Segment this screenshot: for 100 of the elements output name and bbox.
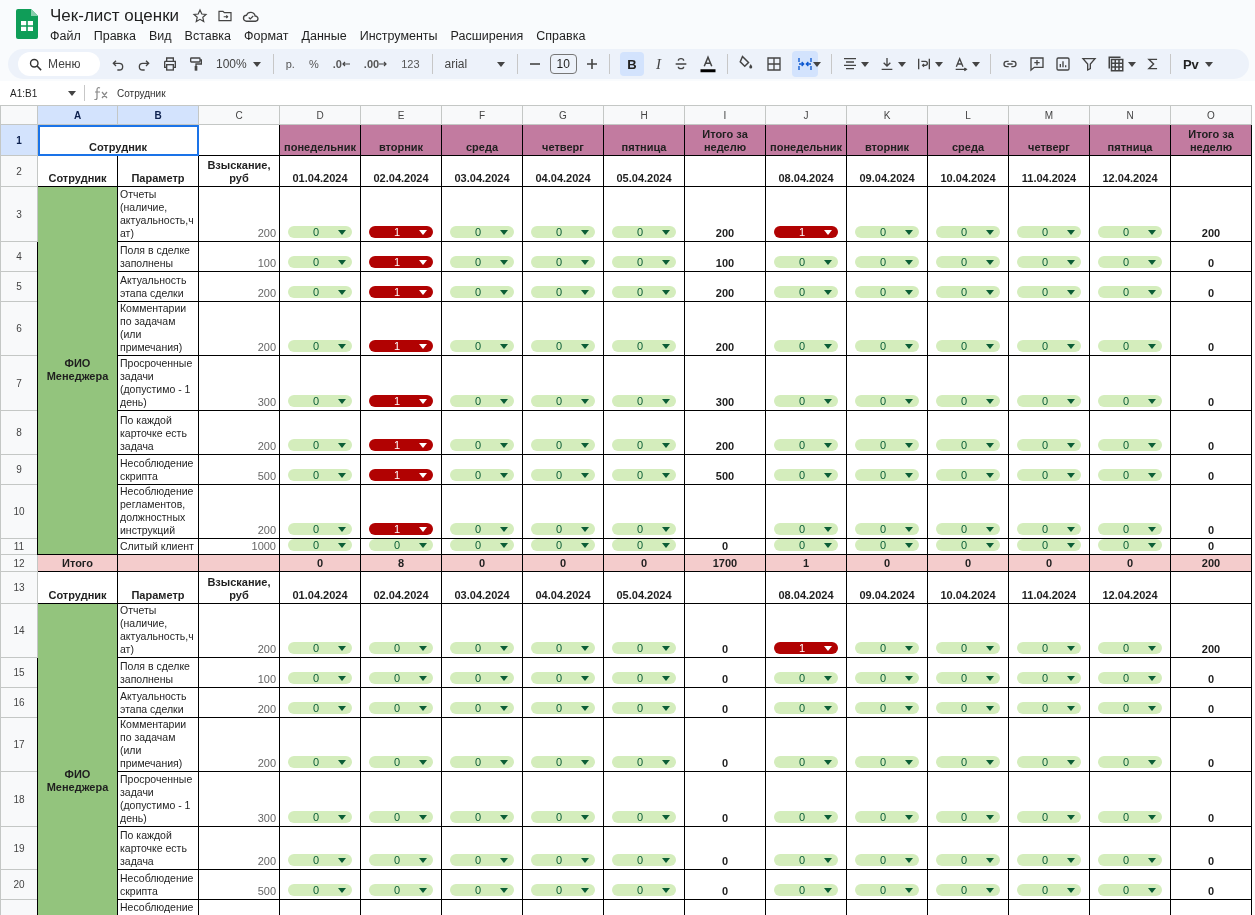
- text-wrap-icon[interactable]: [915, 56, 932, 72]
- dropdown-chip[interactable]: 0: [612, 539, 676, 551]
- column-header[interactable]: F: [441, 105, 523, 125]
- dropdown-chip[interactable]: 0: [1017, 340, 1081, 352]
- dropdown-chip[interactable]: 0: [855, 884, 919, 896]
- dropdown-chip[interactable]: 0: [855, 672, 919, 684]
- dropdown-chip[interactable]: 0: [936, 395, 1000, 407]
- dropdown-chip[interactable]: 0: [450, 756, 514, 768]
- zoom-dropdown[interactable]: 100%: [214, 52, 263, 76]
- dropdown-chip[interactable]: 0: [855, 854, 919, 866]
- dropdown-chip[interactable]: 1: [369, 439, 433, 451]
- dropdown-chip[interactable]: 0: [612, 854, 676, 866]
- dropdown-chip[interactable]: 0: [612, 523, 676, 535]
- dropdown-chip[interactable]: 0: [288, 811, 352, 823]
- column-header[interactable]: E: [360, 105, 442, 125]
- column-header[interactable]: L: [927, 105, 1009, 125]
- dropdown-chip[interactable]: 0: [288, 854, 352, 866]
- menu-item[interactable]: Инструменты: [359, 29, 438, 43]
- dropdown-chip[interactable]: 0: [531, 756, 595, 768]
- dropdown-chip[interactable]: 0: [288, 642, 352, 654]
- dropdown-chip[interactable]: 0: [1098, 756, 1162, 768]
- dropdown-chip[interactable]: 0: [369, 539, 433, 551]
- dropdown-chip[interactable]: 0: [936, 672, 1000, 684]
- dropdown-chip[interactable]: 0: [288, 439, 352, 451]
- dropdown-chip[interactable]: 0: [531, 395, 595, 407]
- dropdown-chip[interactable]: 1: [369, 523, 433, 535]
- dropdown-chip[interactable]: 0: [855, 523, 919, 535]
- column-header[interactable]: O: [1170, 105, 1252, 125]
- dropdown-chip[interactable]: 0: [450, 286, 514, 298]
- dropdown-chip[interactable]: 0: [1098, 439, 1162, 451]
- menu-item[interactable]: Расширения: [450, 29, 524, 43]
- dropdown-chip[interactable]: 0: [1017, 286, 1081, 298]
- dropdown-chip[interactable]: 0: [1017, 395, 1081, 407]
- row-header[interactable]: 1: [0, 124, 38, 156]
- dropdown-chip[interactable]: 0: [936, 811, 1000, 823]
- dropdown-chip[interactable]: 0: [1017, 539, 1081, 551]
- dropdown-chip[interactable]: 0: [1017, 811, 1081, 823]
- dropdown-chip[interactable]: 0: [1017, 439, 1081, 451]
- dropdown-chip[interactable]: 1: [369, 469, 433, 481]
- caret-icon[interactable]: [971, 61, 980, 67]
- dropdown-chip[interactable]: 0: [531, 702, 595, 714]
- dropdown-chip[interactable]: 0: [1098, 539, 1162, 551]
- dropdown-chip[interactable]: 1: [369, 226, 433, 238]
- dropdown-chip[interactable]: 0: [1017, 469, 1081, 481]
- dropdown-chip[interactable]: 0: [1017, 642, 1081, 654]
- number-format-button[interactable]: 123: [399, 52, 422, 76]
- row-header[interactable]: 2: [0, 155, 38, 187]
- dropdown-chip[interactable]: 0: [936, 256, 1000, 268]
- dropdown-chip[interactable]: 0: [774, 256, 838, 268]
- dropdown-chip[interactable]: 0: [855, 286, 919, 298]
- menu-item[interactable]: Справка: [536, 29, 586, 43]
- dropdown-chip[interactable]: 0: [1098, 226, 1162, 238]
- dropdown-chip[interactable]: 0: [1098, 884, 1162, 896]
- dropdown-chip[interactable]: 0: [288, 539, 352, 551]
- row-header[interactable]: 10: [0, 484, 38, 539]
- dropdown-chip[interactable]: 0: [612, 226, 676, 238]
- addon-button[interactable]: Pv: [1180, 52, 1215, 76]
- row-header[interactable]: 7: [0, 355, 38, 411]
- dropdown-chip[interactable]: 0: [612, 469, 676, 481]
- row-header[interactable]: 9: [0, 454, 38, 485]
- dropdown-chip[interactable]: 1: [369, 256, 433, 268]
- dropdown-chip[interactable]: 0: [774, 395, 838, 407]
- column-header[interactable]: D: [279, 105, 361, 125]
- dropdown-chip[interactable]: 0: [531, 539, 595, 551]
- dropdown-chip[interactable]: 1: [774, 642, 838, 654]
- table-icon[interactable]: [1106, 55, 1125, 73]
- menu-item[interactable]: Формат: [244, 29, 289, 43]
- dropdown-chip[interactable]: 0: [936, 702, 1000, 714]
- dropdown-chip[interactable]: 0: [1098, 672, 1162, 684]
- caret-icon[interactable]: [1127, 61, 1136, 67]
- dropdown-chip[interactable]: 0: [774, 854, 838, 866]
- dropdown-chip[interactable]: 0: [855, 702, 919, 714]
- column-header[interactable]: M: [1008, 105, 1090, 125]
- dropdown-chip[interactable]: 0: [1017, 256, 1081, 268]
- dropdown-chip[interactable]: 0: [1098, 286, 1162, 298]
- dropdown-chip[interactable]: 0: [288, 469, 352, 481]
- dropdown-chip[interactable]: 0: [531, 469, 595, 481]
- dropdown-chip[interactable]: 0: [450, 439, 514, 451]
- paint-format-icon[interactable]: [188, 56, 204, 72]
- dropdown-chip[interactable]: 0: [1098, 702, 1162, 714]
- row-header[interactable]: 15: [0, 657, 38, 688]
- dropdown-chip[interactable]: 0: [450, 854, 514, 866]
- dropdown-chip[interactable]: 0: [450, 539, 514, 551]
- dropdown-chip[interactable]: 0: [612, 884, 676, 896]
- dropdown-chip[interactable]: 0: [774, 811, 838, 823]
- dropdown-chip[interactable]: 0: [450, 811, 514, 823]
- dropdown-chip[interactable]: 0: [936, 884, 1000, 896]
- dropdown-chip[interactable]: 0: [369, 811, 433, 823]
- dropdown-chip[interactable]: 0: [612, 439, 676, 451]
- dropdown-chip[interactable]: 0: [450, 523, 514, 535]
- dropdown-chip[interactable]: 0: [936, 286, 1000, 298]
- dropdown-chip[interactable]: 0: [450, 702, 514, 714]
- dropdown-chip[interactable]: 0: [450, 469, 514, 481]
- star-icon[interactable]: [192, 8, 209, 24]
- dropdown-chip[interactable]: 0: [531, 884, 595, 896]
- dropdown-chip[interactable]: 0: [450, 256, 514, 268]
- currency-button[interactable]: р.: [283, 52, 297, 76]
- dropdown-chip[interactable]: 0: [774, 672, 838, 684]
- row-header[interactable]: 13: [0, 571, 38, 604]
- dropdown-chip[interactable]: 0: [936, 340, 1000, 352]
